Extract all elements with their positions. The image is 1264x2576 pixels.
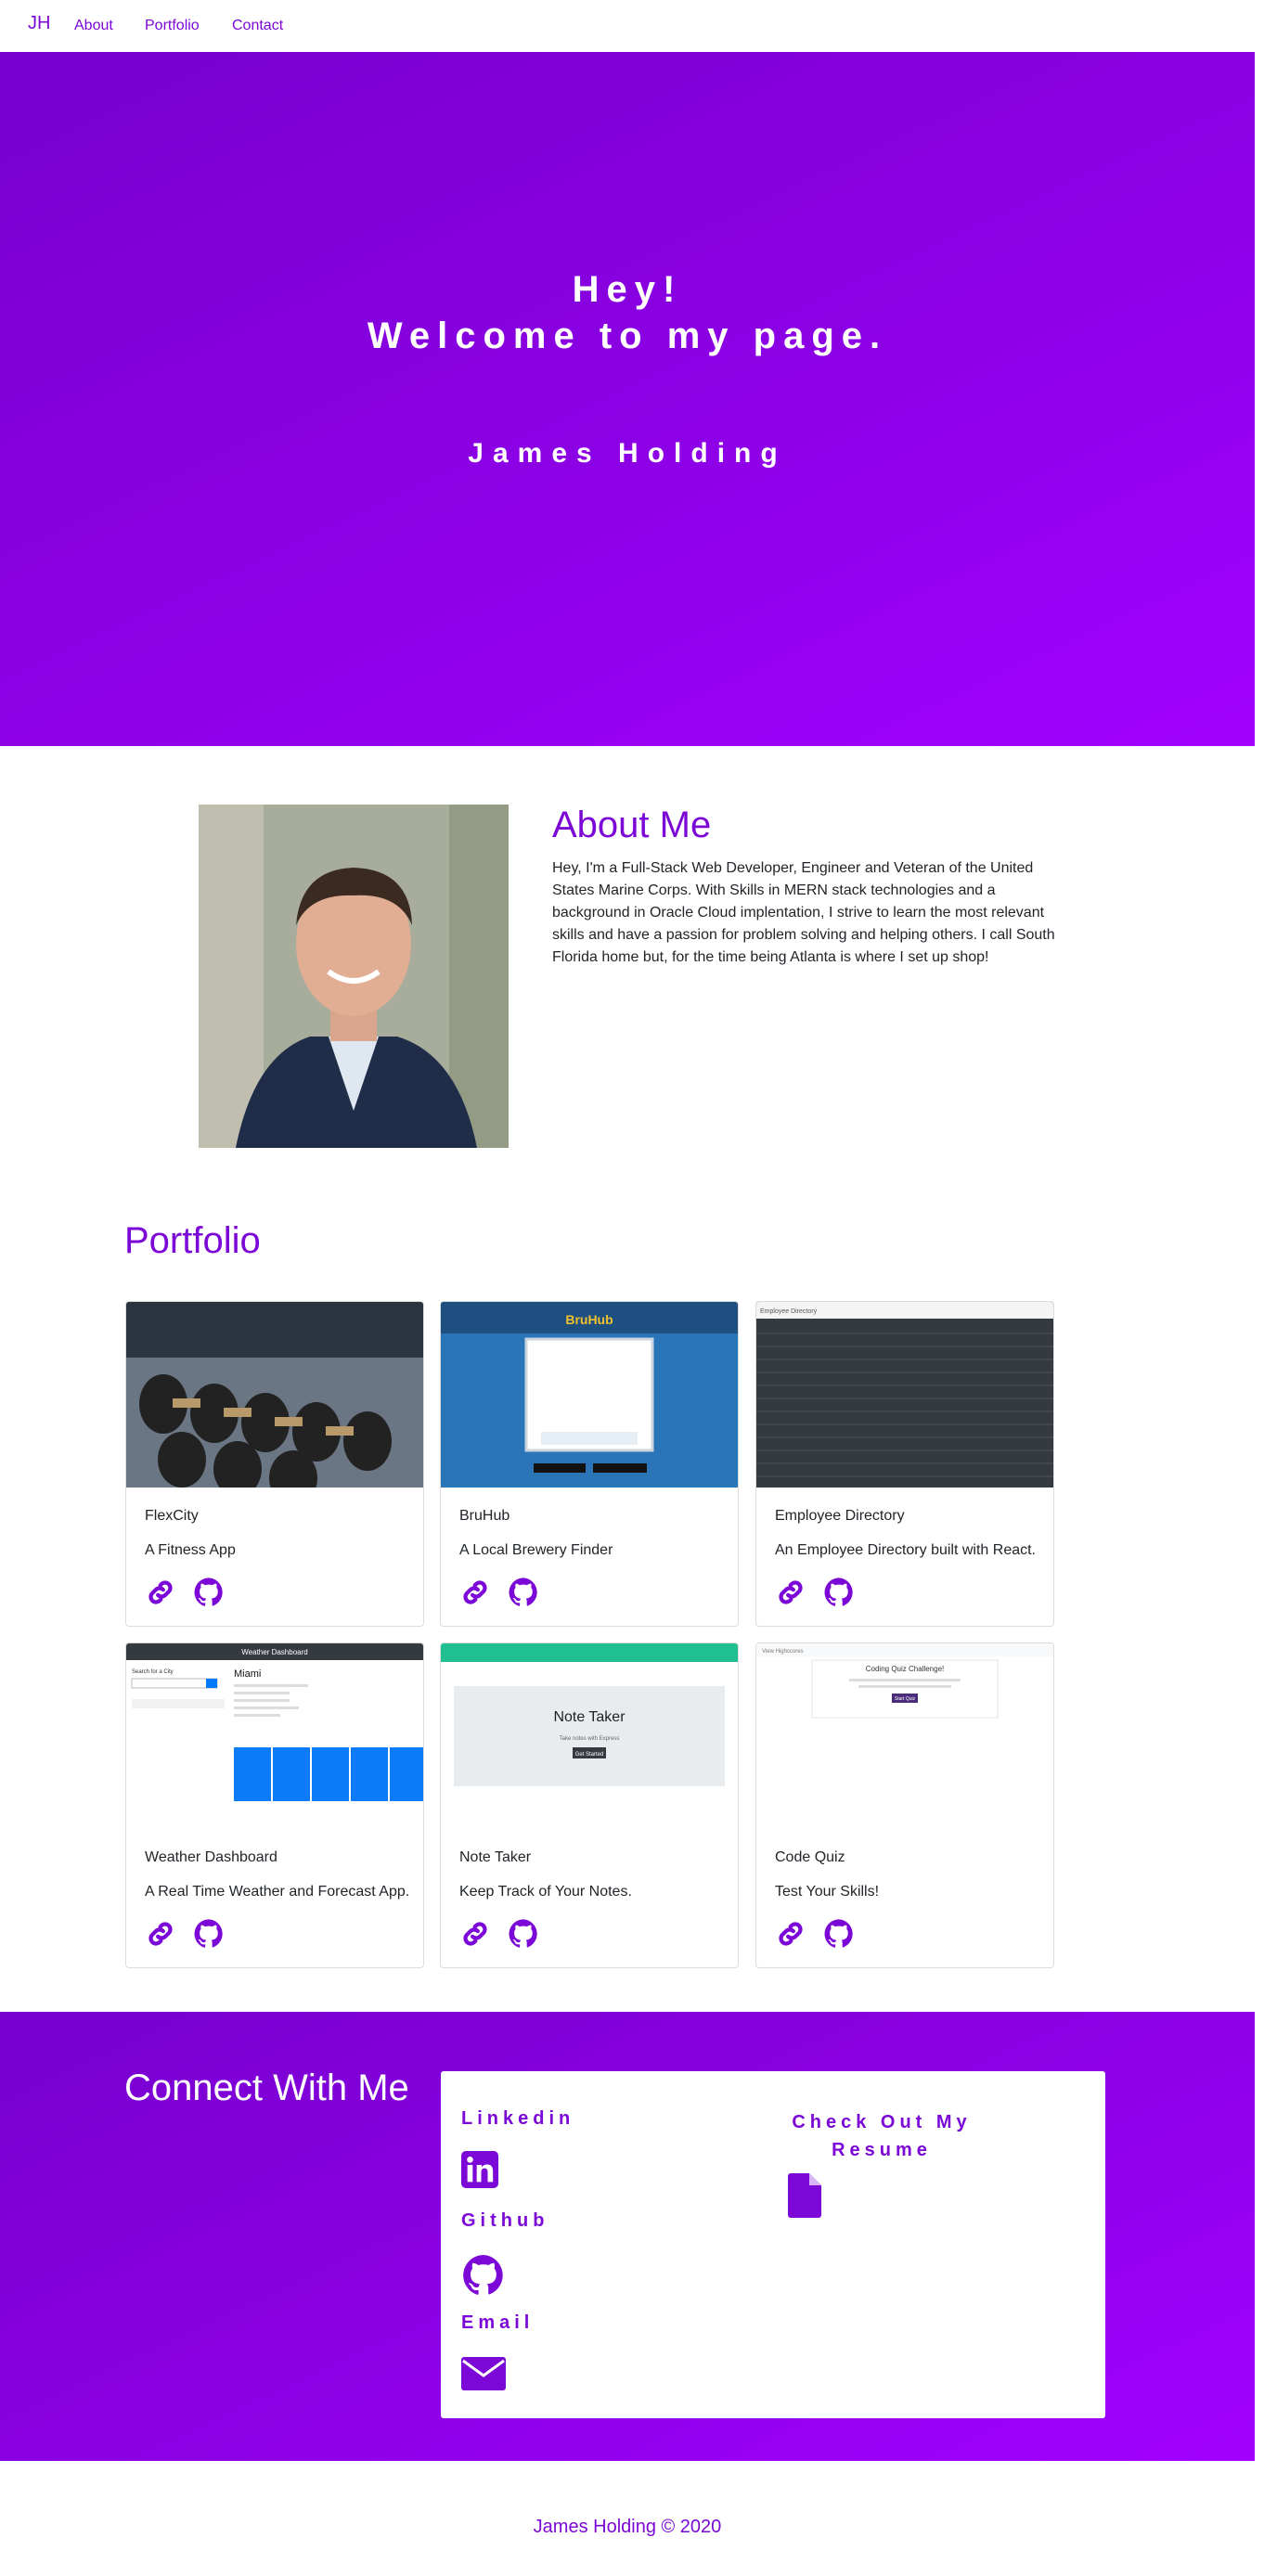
connect-title: Connect With Me xyxy=(124,2067,409,2108)
github-icon[interactable] xyxy=(193,1577,225,1608)
link-icon[interactable] xyxy=(459,1918,491,1950)
project-card-employee-directory: Employee Directory Employee Directory An… xyxy=(755,1301,1054,1627)
project-title: Weather Dashboard xyxy=(145,1849,277,1865)
project-title: Employee Directory xyxy=(775,1508,905,1524)
github-icon[interactable] xyxy=(508,1577,539,1608)
project-description: A Fitness App xyxy=(145,1542,236,1558)
profile-photo xyxy=(199,805,509,1148)
nav-link-contact[interactable]: Contact xyxy=(232,18,283,34)
project-title: Code Quiz xyxy=(775,1849,845,1865)
project-card-bruhub: BruHub BruHub A Local Brewery Finder xyxy=(440,1301,739,1627)
nav-link-about[interactable]: About xyxy=(74,18,113,34)
project-card-note-taker: Note Taker Take notes with Express Get S… xyxy=(440,1642,739,1968)
project-card-flexcity: FlexCity A Fitness App xyxy=(125,1301,424,1627)
svg-text:Start Quiz: Start Quiz xyxy=(895,1696,916,1702)
project-description: A Real Time Weather and Forecast App. xyxy=(145,1884,410,1900)
project-title: FlexCity xyxy=(145,1508,199,1524)
project-thumbnail[interactable]: Weather Dashboard Search for a City Miam… xyxy=(126,1643,423,1829)
svg-text:Take notes with Express: Take notes with Express xyxy=(560,1736,620,1742)
portfolio-title: Portfolio xyxy=(124,1220,261,1261)
project-description: A Local Brewery Finder xyxy=(459,1542,613,1558)
project-card-code-quiz: View Highscores Coding Quiz Challenge! S… xyxy=(755,1642,1054,1968)
file-icon[interactable] xyxy=(788,2173,821,2222)
hero-greeting: Hey! xyxy=(572,269,683,310)
link-icon[interactable] xyxy=(145,1577,176,1608)
footer-copyright: James Holding © 2020 xyxy=(533,2517,722,2537)
resume-label-line2: Resume xyxy=(832,2140,932,2160)
svg-text:Note Taker: Note Taker xyxy=(553,1709,626,1725)
svg-text:Get Started: Get Started xyxy=(575,1752,604,1758)
svg-text:Weather Dashboard: Weather Dashboard xyxy=(241,1648,307,1656)
svg-text:Search for a City: Search for a City xyxy=(132,1669,174,1675)
about-text: Hey, I'm a Full-Stack Web Developer, Eng… xyxy=(552,860,1055,965)
nav-link-portfolio[interactable]: Portfolio xyxy=(145,18,200,34)
github-label: Github xyxy=(461,2210,549,2231)
about-title: About Me xyxy=(552,805,712,845)
link-icon[interactable] xyxy=(459,1577,491,1608)
project-thumbnail[interactable]: Note Taker Take notes with Express Get S… xyxy=(441,1643,738,1829)
project-title: Note Taker xyxy=(459,1849,532,1865)
project-thumbnail[interactable]: Employee Directory xyxy=(756,1302,1053,1488)
envelope-icon[interactable] xyxy=(461,2357,506,2395)
brand-logo[interactable]: JH xyxy=(28,13,50,34)
navbar: JH About Portfolio Contact xyxy=(0,0,1264,52)
project-title: BruHub xyxy=(459,1508,510,1524)
project-description: Test Your Skills! xyxy=(775,1884,880,1900)
svg-text:Coding Quiz Challenge!: Coding Quiz Challenge! xyxy=(866,1665,945,1673)
project-thumbnail[interactable]: View Highscores Coding Quiz Challenge! S… xyxy=(756,1643,1053,1829)
github-icon[interactable] xyxy=(823,1577,855,1608)
linkedin-icon[interactable] xyxy=(461,2151,498,2193)
svg-text:Miami: Miami xyxy=(234,1668,261,1680)
hero-name: James Holding xyxy=(468,438,787,469)
resume-label: Check Out My Resume xyxy=(789,2108,974,2164)
link-icon[interactable] xyxy=(775,1577,806,1608)
linkedin-label: Linkedin xyxy=(461,2108,575,2129)
resume-label-line1: Check Out My xyxy=(792,2112,972,2132)
svg-text:View Highscores: View Highscores xyxy=(762,1649,804,1655)
project-description: An Employee Directory built with React. xyxy=(775,1542,1036,1558)
connect-card: Linkedin Github Email Check Out My Resum… xyxy=(441,2071,1105,2418)
link-icon[interactable] xyxy=(145,1918,176,1950)
svg-text:BruHub: BruHub xyxy=(565,1312,613,1327)
project-thumbnail[interactable] xyxy=(126,1302,423,1488)
project-card-weather-dashboard: Weather Dashboard Search for a City Miam… xyxy=(125,1642,424,1968)
link-icon[interactable] xyxy=(775,1918,806,1950)
hero-section: Hey! Welcome to my page. James Holding xyxy=(0,52,1255,746)
github-icon[interactable] xyxy=(193,1918,225,1950)
project-thumbnail[interactable]: BruHub xyxy=(441,1302,738,1488)
email-label: Email xyxy=(461,2312,535,2333)
project-description: Keep Track of Your Notes. xyxy=(459,1884,632,1900)
github-icon[interactable] xyxy=(823,1918,855,1950)
github-icon[interactable] xyxy=(508,1918,539,1950)
hero-welcome: Welcome to my page. xyxy=(367,316,888,356)
svg-text:Employee Directory: Employee Directory xyxy=(760,1308,818,1315)
github-icon[interactable] xyxy=(461,2253,506,2302)
connect-section: Connect With Me Linkedin Github Email Ch… xyxy=(0,2012,1255,2461)
